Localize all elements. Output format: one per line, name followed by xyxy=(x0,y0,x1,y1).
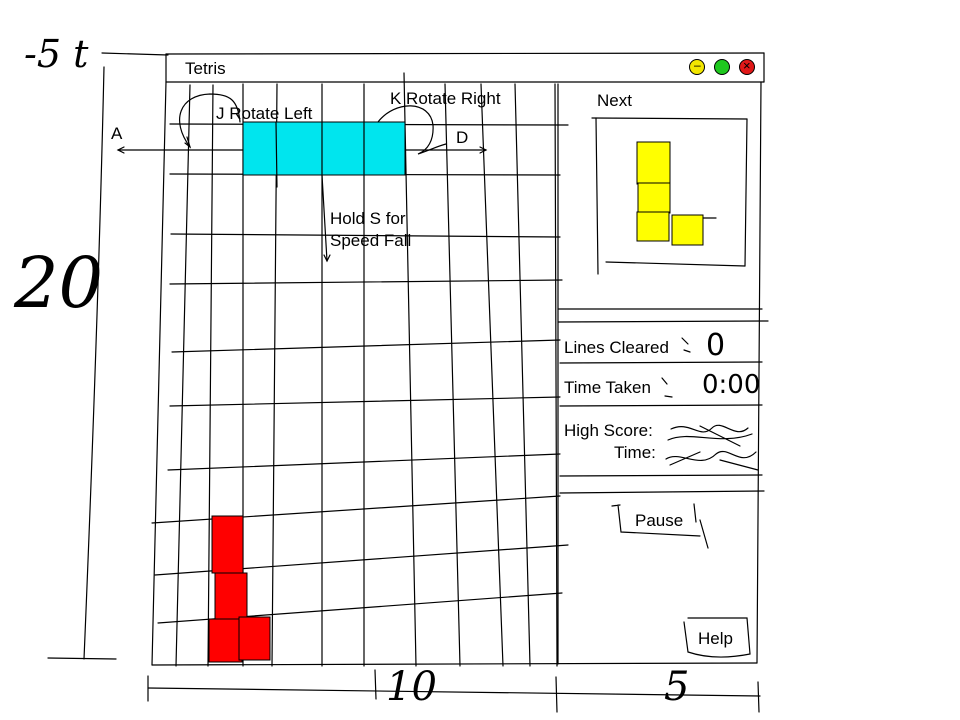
high-score-label: High Score: xyxy=(564,421,653,440)
window-title: Tetris xyxy=(185,59,226,78)
active-i-piece xyxy=(242,121,406,188)
sidebar-width-annotation: 5 xyxy=(664,664,690,710)
rotate-left-hint: J Rotate Left xyxy=(216,104,313,123)
time-taken-label: Time Taken xyxy=(564,378,651,397)
close-icon: × xyxy=(743,58,751,73)
tetris-sketch: Tetris – × -5 t 20 10 5 A D J Rotate Lef… xyxy=(0,0,960,720)
top-left-annotation: -5 t xyxy=(24,32,89,76)
landed-l-piece xyxy=(208,515,271,663)
minimize-icon: – xyxy=(694,58,701,72)
width-annotation: 10 xyxy=(386,664,437,710)
lines-cleared-label: Lines Cleared xyxy=(564,338,669,357)
minimize-button[interactable]: – xyxy=(689,58,705,75)
lines-cleared-value: 0 xyxy=(706,328,726,363)
speed-fall-hint-line2: Speed Fall xyxy=(330,231,412,250)
move-right-key: D xyxy=(456,128,469,147)
next-piece-label: Next xyxy=(597,91,632,110)
move-left-key: A xyxy=(111,124,123,143)
high-score-time-label: Time: xyxy=(614,443,656,462)
maximize-button[interactable] xyxy=(714,59,730,75)
speed-fall-hint-line1: Hold S for xyxy=(330,209,406,228)
help-button[interactable]: Help xyxy=(698,629,733,649)
next-l-piece xyxy=(636,141,717,246)
height-annotation: 20 xyxy=(14,242,104,324)
rotate-right-hint: K Rotate Right xyxy=(390,89,501,108)
close-button[interactable]: × xyxy=(739,58,755,75)
time-taken-value: 0:00 xyxy=(702,370,761,400)
pause-button[interactable]: Pause xyxy=(635,511,683,531)
